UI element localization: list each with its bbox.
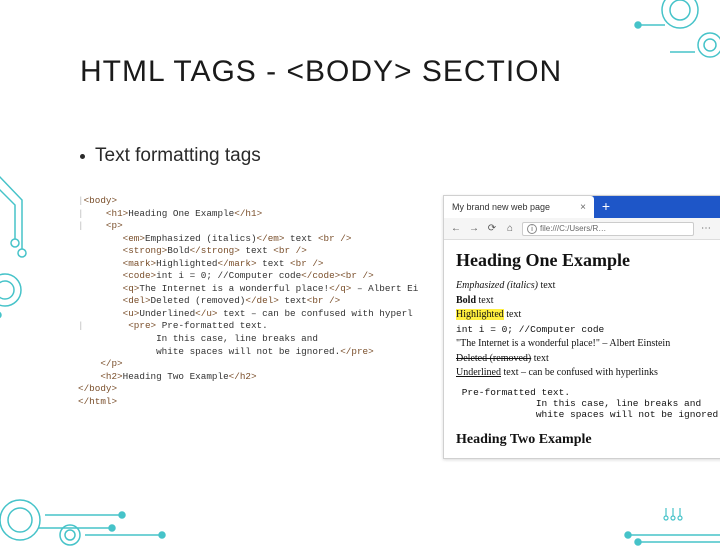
rendered-bold-line: Bold text	[456, 294, 720, 309]
page-number-decoration	[662, 506, 684, 528]
code-example: |<body> | <h1>Heading One Example</h1> |…	[78, 195, 443, 459]
forward-icon[interactable]: →	[468, 223, 480, 234]
rendered-underlined-line: Underlined text – can be confused with h…	[456, 366, 720, 381]
slide-title: HTML TAGS - <BODY> SECTION	[80, 55, 562, 89]
browser-preview: My brand new web page × + ← → ⟳ ⌂ i file…	[443, 195, 720, 459]
reload-icon[interactable]: ⟳	[486, 223, 498, 234]
rendered-h2: Heading Two Example	[456, 432, 720, 448]
url-bar[interactable]: i file:///C:/Users/R…	[522, 222, 694, 236]
info-icon: i	[527, 224, 537, 234]
rendered-h1: Heading One Example	[456, 250, 720, 271]
more-icon[interactable]: ⋯	[700, 223, 712, 234]
browser-toolbar: ← → ⟳ ⌂ i file:///C:/Users/R… ⋯ ☆	[444, 218, 720, 240]
url-text: file:///C:/Users/R…	[540, 224, 606, 233]
bullet-text: Text formatting tags	[95, 145, 261, 167]
rendered-deleted-line: Deleted (removed) text	[456, 352, 720, 367]
browser-tab-active[interactable]: My brand new web page ×	[444, 196, 594, 218]
back-icon[interactable]: ←	[450, 223, 462, 234]
home-icon[interactable]: ⌂	[504, 223, 516, 234]
tab-label: My brand new web page	[452, 202, 550, 212]
rendered-highlight-line: Highlighted text	[456, 308, 720, 323]
rendered-preformatted: Pre-formatted text. In this case, line b…	[456, 387, 720, 420]
close-icon[interactable]: ×	[580, 202, 586, 213]
new-tab-button[interactable]: +	[594, 196, 618, 218]
circuit-decoration-top-right	[580, 0, 720, 90]
rendered-code-line: int i = 0; //Computer code	[456, 323, 720, 338]
circuit-decoration-bottom-left	[0, 450, 210, 550]
rendered-quote-line: "The Internet is a wonderful place!" – A…	[456, 337, 720, 352]
circuit-decoration-left	[0, 120, 70, 380]
rendered-page: Heading One Example Emphasized (italics)…	[444, 240, 720, 458]
rendered-em-line: Emphasized (italics) text	[456, 279, 720, 294]
browser-tab-bar: My brand new web page × +	[444, 196, 720, 218]
bullet-item: Text formatting tags	[80, 145, 261, 167]
bullet-dot-icon	[80, 154, 85, 159]
